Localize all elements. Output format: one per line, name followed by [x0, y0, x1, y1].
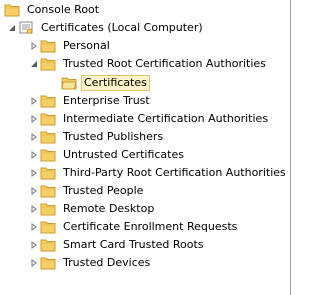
folder-icon: [40, 203, 56, 216]
expanded-arrow-icon[interactable]: [28, 58, 40, 70]
tree-node-trusted-root-certification-authorities[interactable]: Trusted Root Certification Authorities: [28, 55, 269, 73]
tree-node-certificate-enrollment-requests[interactable]: Certificate Enrollment Requests: [28, 218, 240, 236]
certificate-enrollment-requests-label: Certificate Enrollment Requests: [63, 220, 238, 233]
folder-icon: [40, 131, 56, 144]
folder-icon: [40, 95, 56, 108]
collapsed-arrow-icon[interactable]: [28, 113, 40, 125]
collapsed-arrow-icon[interactable]: [28, 167, 40, 179]
third-party-root-certification-authorities-label: Third-Party Root Certification Authoriti…: [63, 166, 286, 179]
folder-icon: [40, 257, 56, 270]
collapsed-arrow-icon[interactable]: [28, 203, 40, 215]
trusted-people-label: Trusted People: [63, 184, 144, 197]
collapsed-arrow-icon[interactable]: [28, 239, 40, 251]
folder-icon: [40, 149, 56, 162]
folder-icon: [4, 4, 20, 17]
tree-node-untrusted-certificates[interactable]: Untrusted Certificates: [28, 146, 187, 164]
trusted-publishers-label: Trusted Publishers: [63, 130, 164, 143]
tree-node-certificates[interactable]: Certificates: [61, 74, 150, 92]
tree-node-remote-desktop[interactable]: Remote Desktop: [28, 200, 157, 218]
collapsed-arrow-icon[interactable]: [28, 221, 40, 233]
folder-icon: [40, 239, 56, 252]
tree-node-intermediate-certification-authorities[interactable]: Intermediate Certification Authorities: [28, 110, 271, 128]
console-root-label: Console Root: [27, 3, 100, 16]
enterprise-trust-label: Enterprise Trust: [63, 94, 150, 107]
folder-icon: [40, 185, 56, 198]
untrusted-certificates-label: Untrusted Certificates: [63, 148, 184, 161]
certificates-label: Certificates: [81, 75, 150, 91]
tree-node-third-party-root-certification-authorities[interactable]: Third-Party Root Certification Authoriti…: [28, 164, 289, 182]
certificate-store-icon: [19, 21, 33, 34]
intermediate-certification-authorities-label: Intermediate Certification Authorities: [63, 112, 269, 125]
tree-node-smart-card-trusted-roots[interactable]: Smart Card Trusted Roots: [28, 236, 207, 254]
certificates-local-computer-label: Certificates (Local Computer): [41, 21, 203, 34]
collapsed-arrow-icon[interactable]: [28, 40, 40, 52]
tree-node-personal[interactable]: Personal: [28, 37, 113, 55]
remote-desktop-label: Remote Desktop: [63, 202, 155, 215]
collapsed-arrow-icon[interactable]: [28, 95, 40, 107]
smart-card-trusted-roots-label: Smart Card Trusted Roots: [63, 238, 204, 251]
folder-open-icon: [61, 77, 77, 90]
folder-icon: [40, 40, 56, 53]
folder-icon: [40, 221, 56, 234]
expanded-arrow-icon[interactable]: [6, 22, 18, 34]
collapsed-arrow-icon[interactable]: [28, 257, 40, 269]
collapsed-arrow-icon[interactable]: [28, 185, 40, 197]
folder-icon: [40, 58, 56, 71]
collapsed-arrow-icon[interactable]: [28, 131, 40, 143]
tree-node-trusted-publishers[interactable]: Trusted Publishers: [28, 128, 166, 146]
tree-node-trusted-people[interactable]: Trusted People: [28, 182, 146, 200]
tree-node-certificates-local-computer[interactable]: Certificates (Local Computer): [6, 19, 206, 37]
folder-icon: [40, 167, 56, 180]
tree-node-console-root[interactable]: Console Root: [4, 1, 102, 19]
tree-node-enterprise-trust[interactable]: Enterprise Trust: [28, 92, 153, 110]
tree-node-trusted-devices[interactable]: Trusted Devices: [28, 254, 153, 272]
trusted-devices-label: Trusted Devices: [63, 256, 151, 269]
folder-icon: [40, 113, 56, 126]
personal-label: Personal: [63, 39, 110, 52]
collapsed-arrow-icon[interactable]: [28, 149, 40, 161]
trusted-root-certification-authorities-label: Trusted Root Certification Authorities: [63, 57, 266, 70]
console-tree: Console Root Certificates (Local Compute…: [0, 0, 291, 295]
